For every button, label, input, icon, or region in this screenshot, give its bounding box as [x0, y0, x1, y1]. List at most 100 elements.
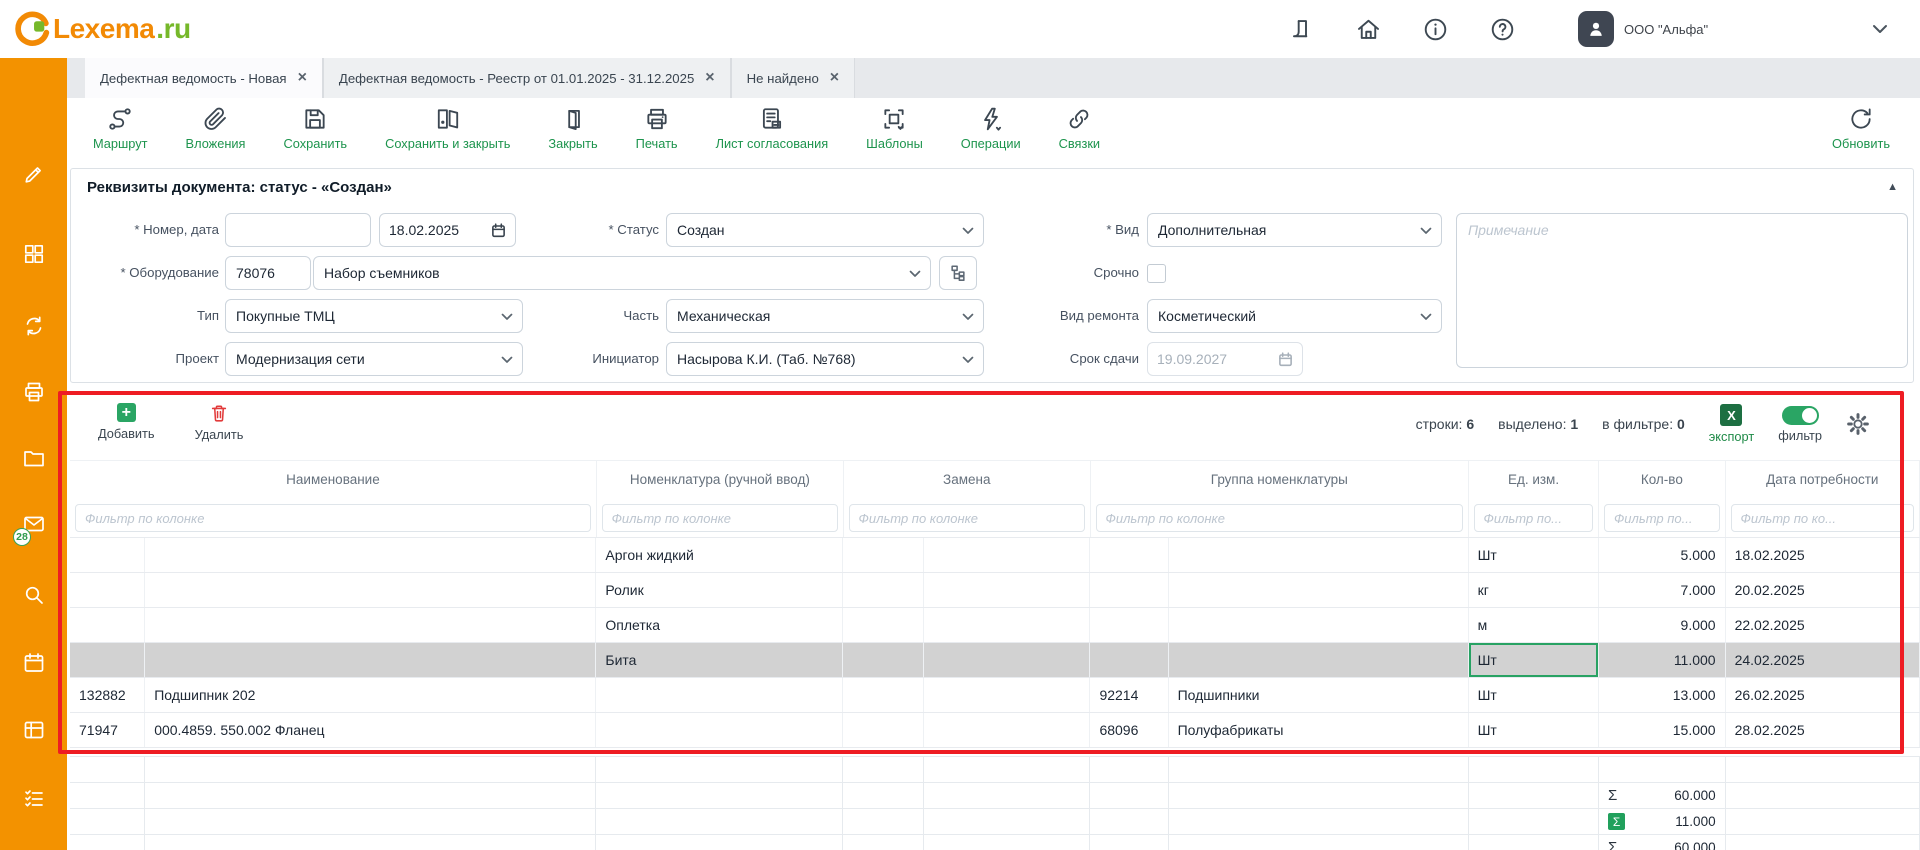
cell-unit[interactable]: Шт	[1469, 678, 1599, 712]
cell-code[interactable]: 71947	[70, 713, 145, 747]
column-filter-input[interactable]	[1604, 504, 1720, 532]
sidebar-item-sync[interactable]	[0, 314, 67, 338]
cell-grp_name[interactable]: Полуфабрикаты	[1169, 713, 1469, 747]
cell-nom[interactable]: Оплетка	[596, 608, 843, 642]
logo[interactable]: Lexema.ru	[14, 10, 191, 47]
cell-zam_code[interactable]	[843, 678, 924, 712]
cell-grp_name[interactable]	[1169, 573, 1469, 607]
cell-zam_name[interactable]	[924, 643, 1090, 677]
column-header[interactable]: Дата потребности	[1726, 461, 1920, 498]
part-select[interactable]: Механическая	[666, 299, 984, 333]
repair-kind-select[interactable]: Косметический	[1147, 299, 1442, 333]
info-icon[interactable]	[1422, 16, 1449, 43]
cell-qty[interactable]: 15.000	[1599, 713, 1726, 747]
cell-unit[interactable]: кг	[1469, 573, 1599, 607]
sidebar-item-printer[interactable]	[0, 380, 67, 404]
tab-2[interactable]: Не найдено×	[731, 58, 856, 98]
cell-code[interactable]	[70, 538, 145, 572]
column-header[interactable]: Замена	[844, 461, 1091, 498]
close-icon[interactable]: ×	[830, 70, 839, 86]
cell-name[interactable]	[145, 573, 596, 607]
cell-nom[interactable]: Аргон жидкий	[596, 538, 843, 572]
cell-date[interactable]: 18.02.2025	[1726, 538, 1920, 572]
cell-date[interactable]: 20.02.2025	[1726, 573, 1920, 607]
sidebar-item-search[interactable]	[0, 583, 67, 607]
sidebar-item-pencil[interactable]	[0, 162, 67, 186]
cell-code[interactable]	[70, 643, 145, 677]
type-select[interactable]: Покупные ТМЦ	[225, 299, 523, 333]
column-filter-input[interactable]	[1474, 504, 1593, 532]
cell-grp_name[interactable]	[1169, 608, 1469, 642]
cell-zam_code[interactable]	[843, 643, 924, 677]
cell-name[interactable]: Подшипник 202	[145, 678, 596, 712]
column-header[interactable]: Ед. изм.	[1469, 461, 1599, 498]
export-excel-button[interactable]: X экспорт	[1709, 404, 1754, 444]
status-select[interactable]: Создан	[666, 213, 984, 247]
scripts-icon[interactable]	[1288, 16, 1315, 43]
cell-zam_name[interactable]	[924, 713, 1090, 747]
table-row[interactable]: 132882Подшипник 202 92214ПодшипникиШт13.0…	[70, 678, 1920, 713]
cell-code[interactable]	[70, 573, 145, 607]
cell-nom[interactable]: Бита	[596, 643, 843, 677]
table-row[interactable]: 71947000.4859. 550.002 Фланец 68096Полуфа…	[70, 713, 1920, 748]
cell-grp_name[interactable]	[1169, 538, 1469, 572]
grid-settings-button[interactable]	[1846, 412, 1870, 436]
column-filter-input[interactable]	[75, 504, 591, 532]
cell-unit[interactable]: м	[1469, 608, 1599, 642]
table-row[interactable]: Аргон жидкий Шт5.00018.02.2025	[70, 538, 1920, 573]
cell-grp_code[interactable]: 68096	[1090, 713, 1168, 747]
cell-grp_code[interactable]: 92214	[1090, 678, 1168, 712]
sidebar-item-board[interactable]	[0, 718, 67, 742]
toolbar-button-save-close[interactable]: Сохранить и закрыть	[385, 106, 510, 151]
column-filter-input[interactable]	[602, 504, 838, 532]
cell-grp_code[interactable]	[1090, 538, 1168, 572]
cell-qty[interactable]: 13.000	[1599, 678, 1726, 712]
cell-date[interactable]: 28.02.2025	[1726, 713, 1920, 747]
deadline-date-input[interactable]: 19.09.2027	[1147, 342, 1303, 376]
cell-zam_code[interactable]	[843, 538, 924, 572]
cell-unit[interactable]: Шт	[1469, 713, 1599, 747]
toolbar-button-operations[interactable]: Операции	[961, 106, 1021, 151]
table-row[interactable]: Роликкг7.00020.02.2025	[70, 573, 1920, 608]
cell-grp_code[interactable]	[1090, 573, 1168, 607]
toolbar-button-close-doc[interactable]: Закрыть	[548, 106, 597, 151]
close-icon[interactable]: ×	[298, 70, 307, 86]
chevron-down-icon[interactable]	[1872, 24, 1888, 35]
column-header[interactable]: Кол-во	[1599, 461, 1725, 498]
cell-unit[interactable]: Шт	[1469, 538, 1599, 572]
cell-name[interactable]	[145, 538, 596, 572]
cell-nom[interactable]	[596, 713, 843, 747]
cell-grp_name[interactable]	[1169, 643, 1469, 677]
number-input[interactable]	[225, 213, 371, 247]
urgent-checkbox[interactable]	[1147, 264, 1166, 283]
cell-qty[interactable]: 5.000	[1599, 538, 1726, 572]
toolbar-button-templates[interactable]: Шаблоны	[866, 106, 923, 151]
cell-zam_code[interactable]	[843, 713, 924, 747]
cell-grp_name[interactable]: Подшипники	[1169, 678, 1469, 712]
table-row[interactable]: Оплеткам9.00022.02.2025	[70, 608, 1920, 643]
toolbar-button-print[interactable]: Печать	[636, 106, 678, 151]
cell-zam_name[interactable]	[924, 573, 1090, 607]
add-row-button[interactable]: + Добавить	[98, 403, 155, 442]
cell-code[interactable]: 132882	[70, 678, 145, 712]
column-filter-input[interactable]	[1731, 504, 1915, 532]
vid-select[interactable]: Дополнительная	[1147, 213, 1442, 247]
sidebar-item-modules[interactable]	[0, 242, 67, 266]
date-input[interactable]: 18.02.2025	[379, 213, 516, 247]
column-filter-input[interactable]	[849, 504, 1085, 532]
cell-name[interactable]	[145, 643, 596, 677]
column-header[interactable]: Группа номенклатуры	[1091, 461, 1469, 498]
cell-nom[interactable]: Ролик	[596, 573, 843, 607]
initiator-select[interactable]: Насырова К.И. (Таб. №768)	[666, 342, 984, 376]
delete-row-button[interactable]: Удалить	[195, 403, 244, 442]
collapse-caret-icon[interactable]: ▲	[1887, 181, 1898, 193]
cell-qty[interactable]: 9.000	[1599, 608, 1726, 642]
cell-name[interactable]: 000.4859. 550.002 Фланец	[145, 713, 596, 747]
project-select[interactable]: Модернизация сети	[225, 342, 523, 376]
cell-grp_code[interactable]	[1090, 643, 1168, 677]
note-textarea[interactable]	[1456, 213, 1908, 368]
cell-nom[interactable]	[596, 678, 843, 712]
toolbar-button-save[interactable]: Сохранить	[284, 106, 348, 151]
cell-grp_code[interactable]	[1090, 608, 1168, 642]
cell-zam_name[interactable]	[924, 538, 1090, 572]
